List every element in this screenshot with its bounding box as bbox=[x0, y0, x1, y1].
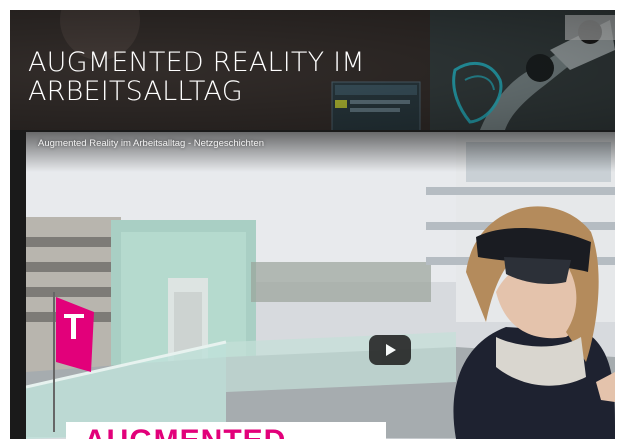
page-title: AUGMENTED REALITY IM ARBEITSALLTAG bbox=[28, 47, 365, 107]
hero-banner: AUGMENTED REALITY IM ARBEITSALLTAG bbox=[10, 10, 615, 130]
video-player[interactable]: Augmented Reality im Arbeitsalltag - Net… bbox=[26, 132, 615, 439]
thumbnail-heading: AUGMENTED bbox=[84, 426, 286, 439]
page-frame: AUGMENTED REALITY IM ARBEITSALLTAG Augme… bbox=[10, 10, 615, 439]
play-button[interactable] bbox=[369, 335, 411, 365]
video-thumbnail bbox=[26, 132, 615, 439]
play-icon bbox=[386, 344, 396, 356]
video-title[interactable]: Augmented Reality im Arbeitsalltag - Net… bbox=[38, 138, 264, 149]
thumbnail-caption: AUGMENTED bbox=[66, 422, 386, 439]
